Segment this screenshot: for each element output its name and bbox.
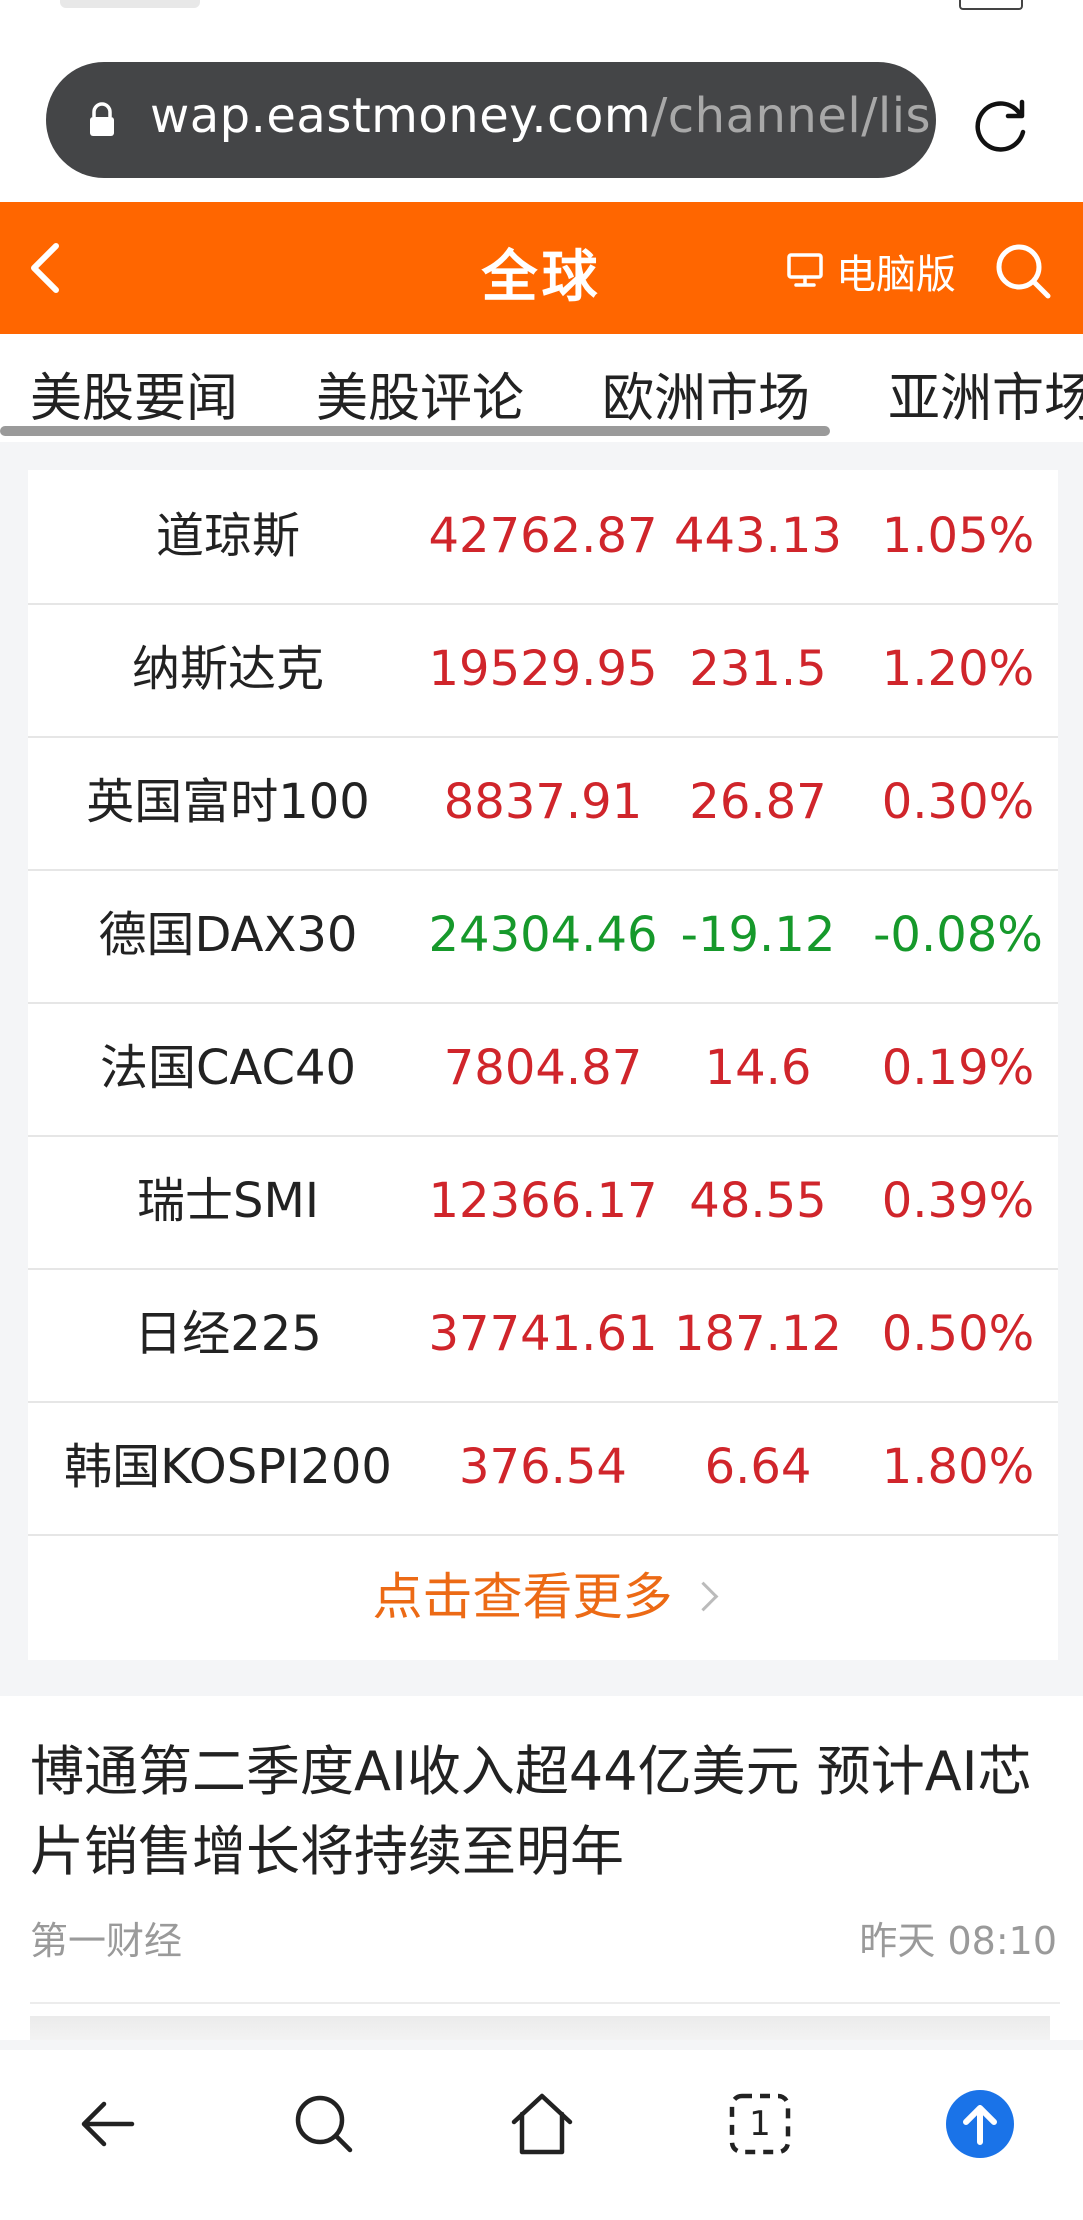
reload-icon[interactable]	[970, 94, 1032, 156]
view-more-label: 点击查看更多	[372, 1568, 673, 1626]
index-change: 6.64	[704, 1439, 812, 1495]
next-news-item[interactable]	[30, 2016, 1050, 2040]
index-change-pct: 0.39%	[881, 1173, 1035, 1229]
url-path: /channel/lis	[651, 88, 932, 144]
index-name: 英国富时100	[86, 774, 370, 830]
quote-row[interactable]: 瑞士SMI 12366.17 48.55 0.39%	[28, 1135, 1058, 1270]
lock-icon	[90, 102, 114, 136]
index-change: 231.5	[689, 641, 827, 697]
search-icon[interactable]	[992, 240, 1054, 302]
tab-us-news[interactable]: 美股要闻	[30, 356, 238, 431]
tab-asia[interactable]: 亚洲市场	[888, 356, 1083, 431]
news-time: 昨天 08:10	[859, 1919, 1057, 1963]
index-price: 19529.95	[428, 641, 658, 697]
index-change: 187.12	[674, 1306, 842, 1362]
index-price: 37741.61	[428, 1306, 658, 1362]
index-price: 8837.91	[443, 774, 643, 830]
index-change: -19.12	[680, 907, 836, 963]
browser-bottom-nav: 1	[0, 2050, 1083, 2220]
index-price: 376.54	[459, 1439, 627, 1495]
news-source: 第一财经	[30, 1919, 183, 1963]
news-headline[interactable]: 博通第二季度AI收入超44亿美元 预计AI芯片销售增长将持续至明年	[30, 1732, 1050, 1892]
index-change-pct: 0.19%	[881, 1040, 1035, 1096]
quote-row[interactable]: 纳斯达克 19529.95 231.5 1.20%	[28, 603, 1058, 738]
channel-tabs: 美股要闻 美股评论 欧洲市场 亚洲市场	[0, 334, 1083, 442]
url-field[interactable]: wap.eastmoney.com/channel/lis	[46, 62, 936, 178]
index-change: 48.55	[689, 1173, 827, 1229]
tab-count: 1	[749, 2104, 771, 2144]
quote-row[interactable]: 法国CAC40 7804.87 14.6 0.19%	[28, 1002, 1058, 1137]
tabs-button[interactable]: 1	[720, 2084, 800, 2164]
news-list: 博通第二季度AI收入超44亿美元 预计AI芯片销售增长将持续至明年 第一财经 昨…	[0, 1696, 1083, 2040]
home-icon[interactable]	[502, 2084, 582, 2164]
url-host: wap.eastmoney.com	[150, 88, 652, 144]
battery-icon	[959, 0, 1023, 10]
quote-row[interactable]: 德国DAX30 24304.46 -19.12 -0.08%	[28, 869, 1058, 1004]
index-price: 42762.87	[428, 508, 658, 564]
global-index-table: 道琼斯 42762.87 443.13 1.05% 纳斯达克 19529.95 231.5 1…	[28, 470, 1058, 1660]
index-price: 12366.17	[428, 1173, 658, 1229]
index-price: 7804.87	[443, 1040, 643, 1096]
index-price: 24304.46	[428, 907, 658, 963]
tab-us-comments[interactable]: 美股评论	[316, 356, 524, 431]
status-icons	[60, 0, 200, 8]
tab-scroll-indicator	[0, 426, 830, 436]
index-change-pct: 0.30%	[881, 774, 1035, 830]
quote-row[interactable]: 道琼斯 42762.87 443.13 1.05%	[28, 470, 1058, 605]
divider	[30, 2002, 1060, 2004]
tab-europe[interactable]: 欧洲市场	[602, 356, 810, 431]
index-name: 德国DAX30	[98, 907, 358, 963]
search-icon[interactable]	[284, 2084, 364, 2164]
index-name: 法国CAC40	[99, 1040, 357, 1096]
scroll-top-icon[interactable]	[940, 2084, 1020, 2164]
index-change: 443.13	[674, 508, 842, 564]
quote-row[interactable]: 日经225 37741.61 187.12 0.50%	[28, 1268, 1058, 1403]
index-change-pct: 1.05%	[881, 508, 1035, 564]
index-name: 日经225	[134, 1306, 322, 1362]
status-bar	[0, 0, 1083, 28]
desktop-version-link[interactable]: 电脑版	[836, 242, 956, 300]
url-text: wap.eastmoney.com/channel/lis	[150, 88, 931, 144]
index-name: 道琼斯	[155, 508, 300, 564]
browser-address-bar: wap.eastmoney.com/channel/lis	[0, 28, 1083, 202]
index-change-pct: -0.08%	[873, 907, 1043, 963]
index-change-pct: 1.80%	[881, 1439, 1035, 1495]
index-name: 瑞士SMI	[136, 1173, 320, 1229]
index-change-pct: 1.20%	[881, 641, 1035, 697]
chevron-right-icon	[688, 1581, 718, 1612]
index-name: 纳斯达克	[131, 641, 324, 697]
index-change: 26.87	[689, 774, 827, 830]
monitor-icon[interactable]	[786, 252, 824, 288]
channel-header: 全球 电脑版	[0, 202, 1083, 334]
view-more-button[interactable]: 点击查看更多	[28, 1534, 1058, 1660]
quote-row[interactable]: 韩国KOSPI200 376.54 6.64 1.80%	[28, 1401, 1058, 1536]
index-change-pct: 0.50%	[881, 1306, 1035, 1362]
index-name: 韩国KOSPI200	[64, 1439, 392, 1495]
quote-row[interactable]: 英国富时100 8837.91 26.87 0.30%	[28, 736, 1058, 871]
back-arrow-icon[interactable]	[68, 2084, 148, 2164]
index-change: 14.6	[704, 1040, 812, 1096]
